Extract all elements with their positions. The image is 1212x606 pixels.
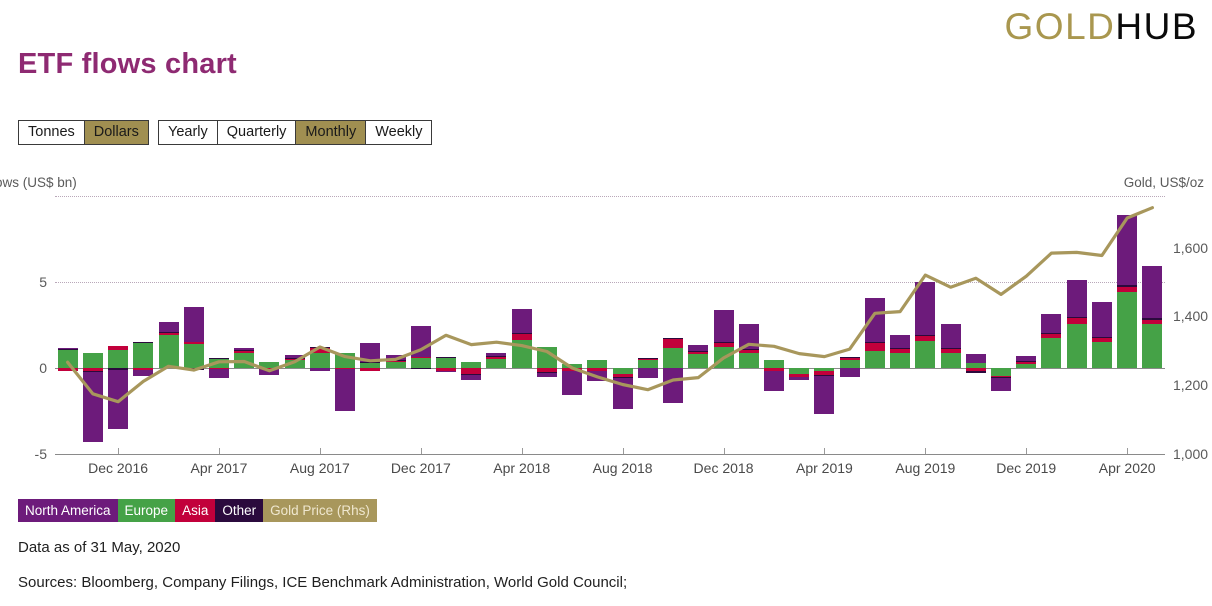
x-tick-label-6: Dec 2018 (693, 460, 754, 476)
y-tick-right-1: 1,200 (1173, 377, 1209, 394)
period-yearly-button[interactable]: Yearly (158, 120, 217, 145)
sources-text: Sources: Bloomberg, Company Filings, ICE… (18, 574, 628, 591)
x-axis: Dec 2016 Apr 2017 Aug 2017 Dec 2017 Apr 2018… (55, 448, 1165, 484)
gold-price-line (66, 206, 1155, 404)
x-tick-label-10: Apr 2020 (1098, 460, 1156, 476)
goldhub-logo: GOLDHUB (1005, 8, 1198, 45)
x-tick-label-1: Apr 2017 (190, 460, 248, 476)
y-tick-left-1: 0 (39, 360, 47, 376)
period-quarterly-button[interactable]: Quarterly (216, 120, 296, 145)
y-tick-right-3: 1,600 (1173, 239, 1209, 256)
legend-item-asia[interactable]: Asia (175, 499, 216, 522)
gold-price-polyline (66, 206, 1155, 404)
logo-hub-text: HUB (1115, 6, 1198, 47)
legend-item-gold-price-rhs[interactable]: Gold Price (Rhs) (263, 499, 377, 522)
y-tick-left-0: -5 (34, 446, 47, 462)
x-tick-label-8: Aug 2019 (895, 460, 956, 476)
x-tick-label-0: Dec 2016 (88, 460, 149, 476)
x-tick-label-4: Apr 2018 (493, 460, 551, 476)
y-axis-label-right: Gold, US$/oz (1123, 175, 1204, 190)
chart-legend[interactable]: North America Europe Asia Other Gold Price (… (18, 499, 377, 522)
logo-gold-text: GOLD (1004, 6, 1116, 47)
units-toggle-group[interactable]: Tonnes Dollars (18, 120, 149, 145)
legend-item-europe[interactable]: Europe (117, 499, 176, 522)
etf-flows-chart: lows (US$ bn) Gold, US$/oz -5 0 5 1,000 1,20… (0, 170, 1212, 476)
units-tonnes-button[interactable]: Tonnes (18, 120, 84, 145)
period-weekly-button[interactable]: Weekly (365, 120, 433, 145)
plot-area: -5 0 5 1,000 1,200 1,400 1,600 (35, 196, 1208, 461)
period-monthly-button[interactable]: Monthly (295, 120, 366, 145)
y-tick-right-0: 1,000 (1173, 446, 1209, 462)
y-axis-label-left: lows (US$ bn) (0, 175, 77, 190)
x-tick-label-5: Aug 2018 (592, 460, 653, 476)
units-dollars-button[interactable]: Dollars (83, 120, 149, 145)
y-tick-left-2: 5 (39, 274, 47, 290)
x-tick-label-3: Dec 2017 (390, 460, 451, 476)
page-title: ETF flows chart (18, 48, 237, 80)
x-tick-label-7: Apr 2019 (796, 460, 853, 476)
legend-item-north-america[interactable]: North America (18, 499, 118, 522)
x-tick-label-2: Aug 2017 (289, 460, 350, 476)
y-tick-right-2: 1,400 (1173, 308, 1209, 325)
legend-item-other[interactable]: Other (215, 499, 264, 522)
period-toggle-group[interactable]: Yearly Quarterly Monthly Weekly (158, 120, 433, 145)
data-as-of-text: Data as of 31 May, 2020 (18, 539, 181, 556)
x-tick-label-9: Dec 2019 (996, 460, 1057, 476)
